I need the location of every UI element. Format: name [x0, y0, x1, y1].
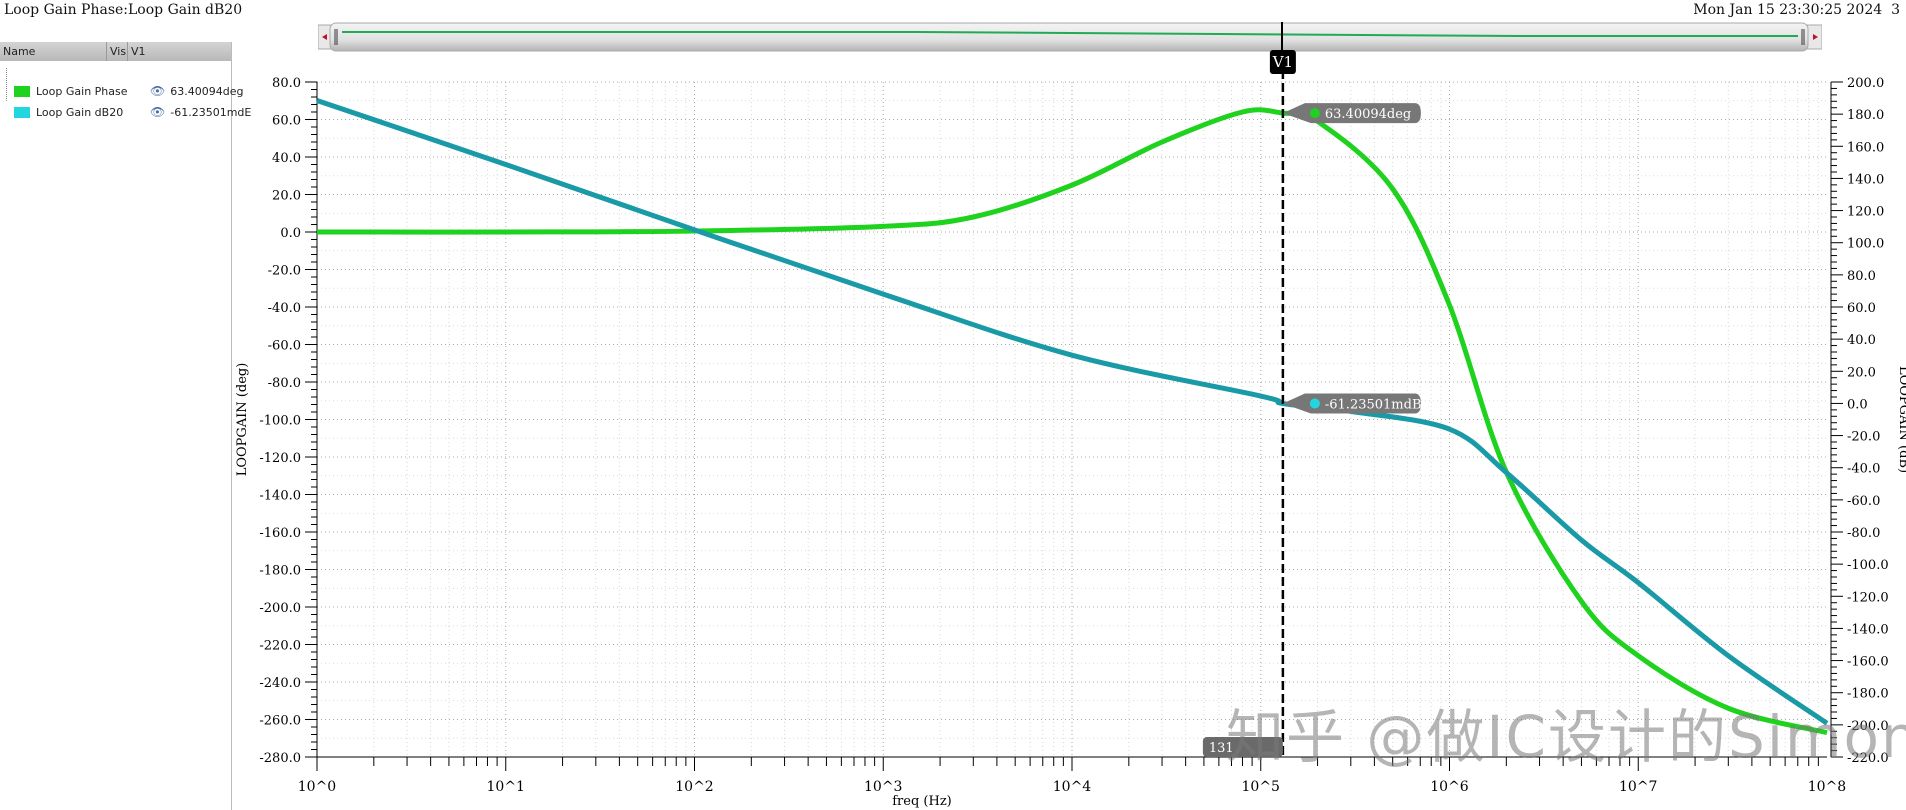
- y-tick-label-right: -80.0: [1847, 526, 1880, 541]
- trace-loop-gain-phase: [316, 107, 1828, 736]
- x-tick-label: 10^0: [298, 779, 336, 795]
- marker-label: V1: [1272, 53, 1293, 71]
- traces: [316, 98, 1829, 736]
- x-tick-label: 10^1: [487, 779, 525, 795]
- x-tick-label: 10^6: [1430, 779, 1469, 795]
- y-tick-label-right: 20.0: [1847, 365, 1876, 380]
- y-tick-label-right: 100.0: [1847, 237, 1884, 252]
- y-tick-label-left: -100.0: [259, 414, 301, 429]
- y-tick-label-right: -140.0: [1847, 622, 1889, 637]
- gain-readout: -61.23501mdB: [1325, 398, 1422, 413]
- y-tick-label-right: 140.0: [1847, 172, 1884, 187]
- y-tick-label-right: 80.0: [1847, 269, 1876, 284]
- y-tick-label-right: -160.0: [1847, 655, 1889, 670]
- y-tick-label-left: -60.0: [268, 339, 301, 354]
- phase-readout-tag: 63.40094deg: [1282, 103, 1421, 124]
- x-axis-label: freq (Hz): [892, 794, 952, 809]
- y-tick-label-left: -280.0: [259, 751, 301, 766]
- x-tick-label: 10^5: [1242, 779, 1280, 795]
- x-tick-label: 10^8: [1808, 779, 1846, 795]
- y-axis-label-left: LOOPGAIN (deg): [235, 363, 250, 477]
- y-tick-label-left: -80.0: [268, 376, 301, 391]
- y-tick-label-left: 60.0: [272, 114, 301, 129]
- x-tick-label: 10^2: [675, 779, 713, 795]
- y-tick-label-left: -40.0: [268, 301, 301, 316]
- y-tick-label-left: -20.0: [268, 264, 301, 279]
- readout-dot: [1309, 108, 1320, 119]
- y-tick-label-left: -220.0: [259, 639, 301, 654]
- marker-v1[interactable]: V1 63.40094deg -61.23501mdB 131: [1202, 50, 1422, 757]
- x-tick-label: 10^4: [1053, 779, 1092, 795]
- y-tick-label-left: -160.0: [259, 526, 301, 541]
- y-tick-label-left: -140.0: [259, 489, 301, 504]
- y-tick-label-left: 80.0: [272, 76, 301, 91]
- watermark: 知乎 @做IC设计的Simon: [1226, 703, 1906, 771]
- y-tick-label-right: 160.0: [1847, 140, 1884, 155]
- plot-area[interactable]: 80.0 60.0 40.0 20.0 0.0 -20.0 -40.0 -60.0 -80.0 -…: [0, 0, 1906, 810]
- y-tick-label-right: -60.0: [1847, 494, 1880, 509]
- gain-readout-tag: -61.23501mdB: [1282, 393, 1422, 414]
- x-tick-label: 10^3: [864, 779, 902, 795]
- y-tick-label-left: -260.0: [259, 714, 301, 729]
- y-tick-label-right: -100.0: [1847, 558, 1889, 573]
- y-tick-label-right: -120.0: [1847, 590, 1889, 605]
- trace-loop-gain-db20: [316, 98, 1829, 726]
- y-tick-label-left: 0.0: [280, 226, 301, 241]
- y-tick-label-left: -120.0: [259, 451, 301, 466]
- x-tick-label: 10^7: [1619, 779, 1657, 795]
- readout-dot: [1309, 398, 1320, 409]
- y-tick-label-left: -180.0: [259, 564, 301, 579]
- y-axis-label-right: LOOPGAIN (dB): [1896, 366, 1906, 473]
- y-tick-label-right: 0.0: [1847, 397, 1868, 412]
- y-tick-label-left: 20.0: [272, 189, 301, 204]
- y-tick-label-right: 200.0: [1847, 76, 1884, 91]
- y-tick-label-right: 180.0: [1847, 108, 1884, 123]
- y-tick-label-left: -200.0: [259, 601, 301, 616]
- y-tick-label-right: -40.0: [1847, 462, 1880, 477]
- y-tick-label-left: 40.0: [272, 151, 301, 166]
- y-tick-label-right: 60.0: [1847, 301, 1876, 316]
- y-tick-label-left: -240.0: [259, 676, 301, 691]
- y-tick-label-right: -20.0: [1847, 430, 1880, 445]
- phase-readout: 63.40094deg: [1325, 107, 1411, 122]
- y-tick-label-right: 120.0: [1847, 205, 1884, 220]
- y-tick-label-right: 40.0: [1847, 333, 1876, 348]
